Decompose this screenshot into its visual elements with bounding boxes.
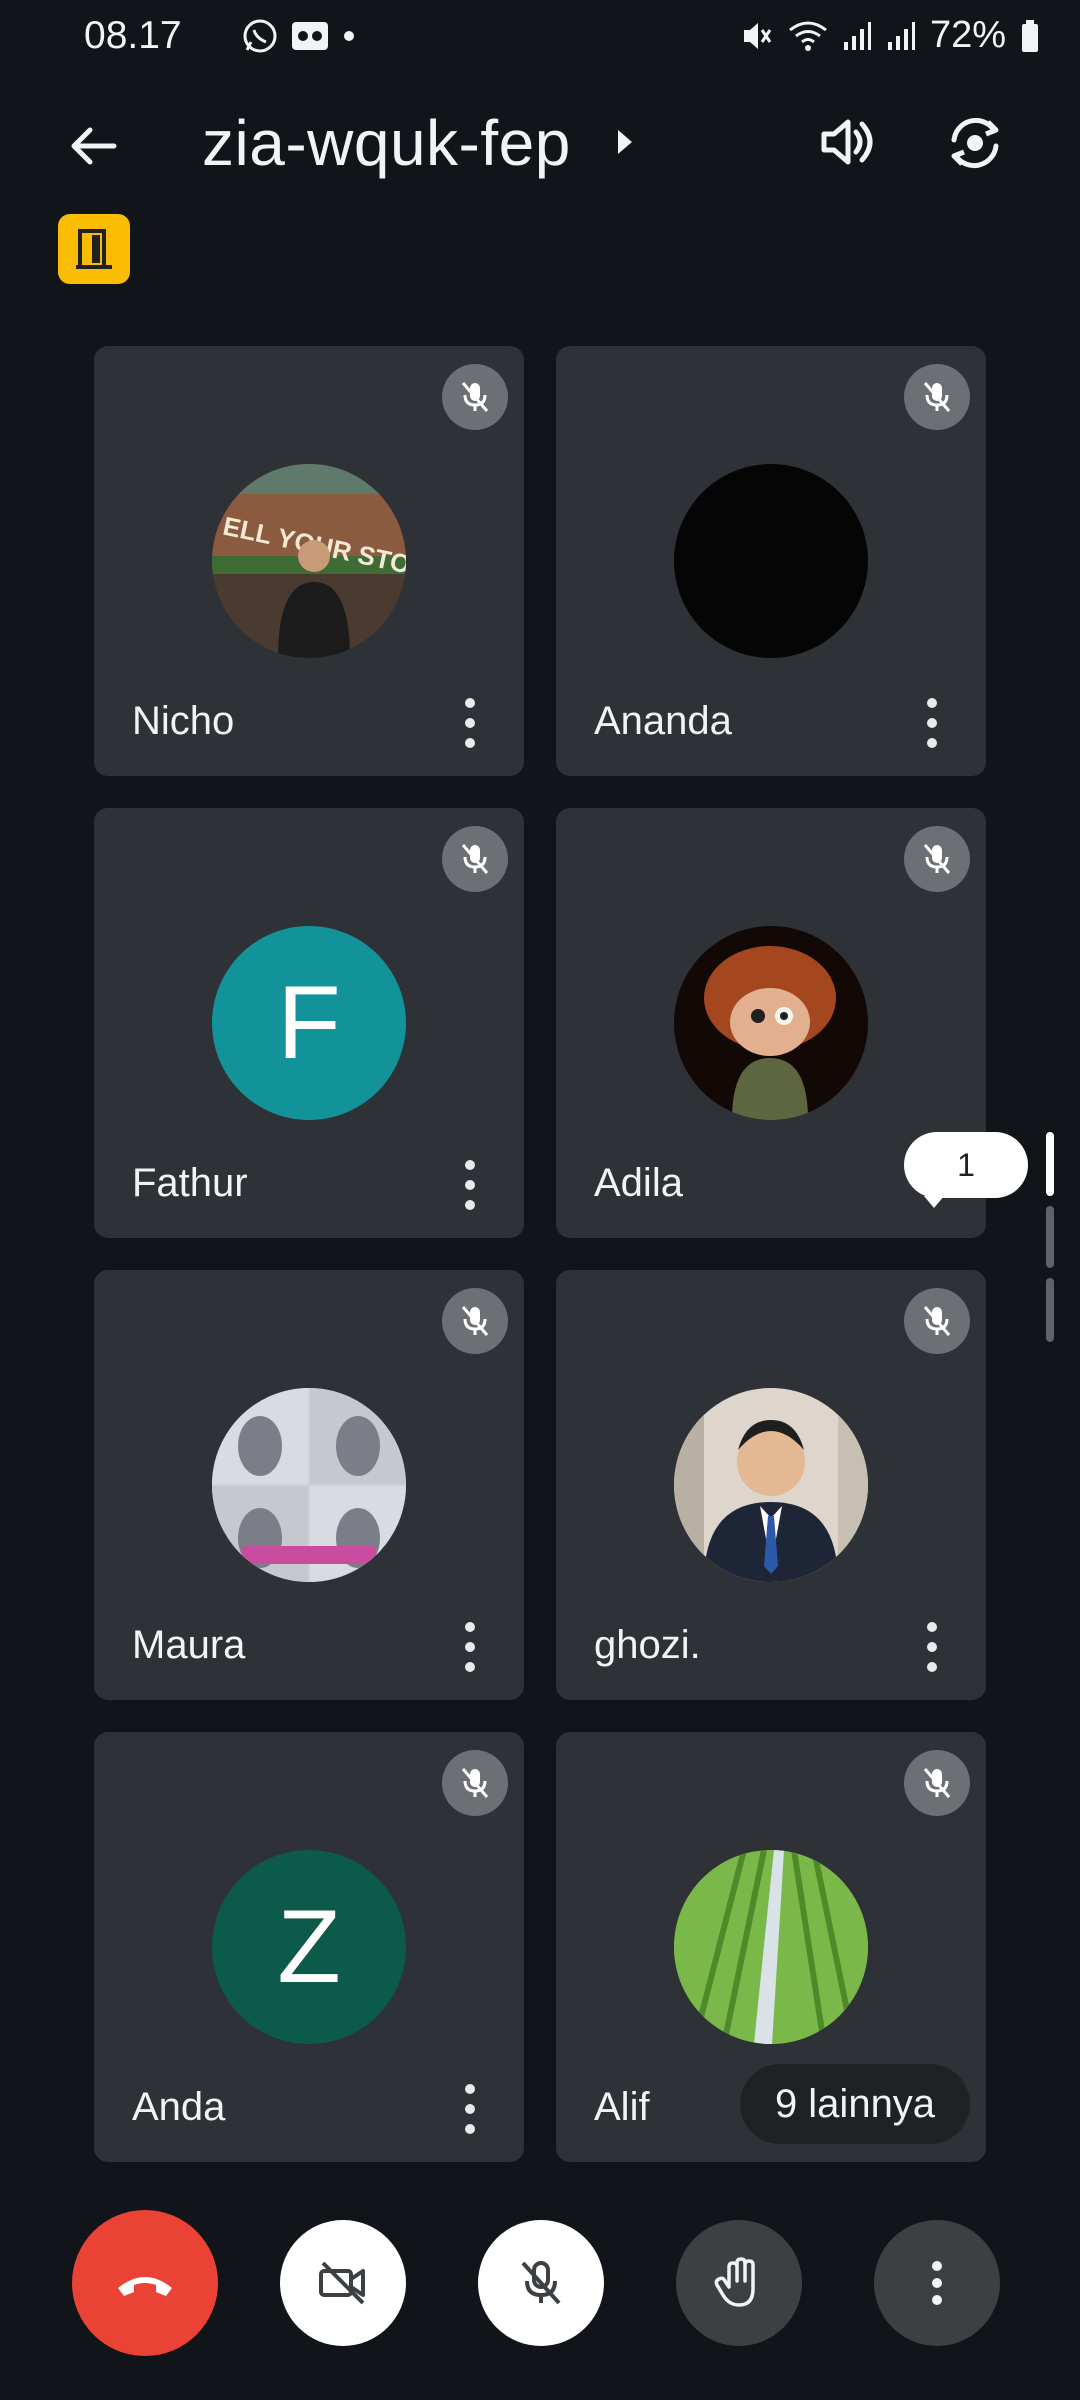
participant-name: Anda [132, 2085, 226, 2129]
switch-camera-icon [951, 118, 999, 168]
muted-badge [904, 1288, 970, 1354]
more-participants-button[interactable]: 9 lainnya [740, 2064, 970, 2144]
back-button[interactable] [62, 114, 126, 178]
battery-percent: 72% [929, 14, 1006, 56]
participant-tile[interactable]: Maura [94, 1270, 524, 1700]
participant-avatar [212, 1388, 406, 1582]
voicemail-icon [292, 22, 328, 50]
status-notification-icons [242, 18, 356, 54]
phone-hangup-icon [118, 2277, 172, 2296]
more-options-button[interactable] [874, 2220, 1000, 2346]
meeting-details-button[interactable] [610, 122, 640, 162]
participant-options-button[interactable] [460, 698, 480, 748]
participant-tile[interactable]: Ananda [556, 346, 986, 776]
mic-off-icon [461, 382, 489, 412]
participant-name: ghozi. [594, 1623, 701, 1667]
participant-tile[interactable]: Z Anda [94, 1732, 524, 2162]
page-indicator-active [1046, 1132, 1054, 1196]
back-arrow-icon [71, 127, 117, 165]
muted-badge [904, 826, 970, 892]
battery-icon [1022, 19, 1038, 52]
participant-avatar: F [212, 926, 406, 1120]
participant-tile[interactable]: ghozi. [556, 1270, 986, 1700]
mic-off-icon [521, 2261, 561, 2305]
mic-off-icon [923, 382, 951, 412]
profile-photo [212, 1388, 406, 1582]
muted-badge [442, 1288, 508, 1354]
audio-output-button[interactable] [816, 110, 880, 174]
status-bar: 08.17 72% [0, 0, 1080, 78]
signal-icon [843, 21, 871, 50]
mic-off-icon [923, 1768, 951, 1798]
participant-name: Maura [132, 1623, 246, 1667]
video-off-icon [319, 2261, 365, 2305]
hand-icon [714, 2257, 755, 2307]
profile-photo [674, 926, 868, 1120]
participant-avatar [674, 1850, 868, 2044]
participant-avatar [674, 464, 868, 658]
participant-avatar: ELL YOUR STORY [212, 464, 406, 658]
participant-options-button[interactable] [922, 698, 942, 748]
switch-camera-button[interactable] [940, 108, 1010, 178]
participant-name: Nicho [132, 699, 235, 743]
participant-name: Adila [594, 1161, 683, 1205]
participant-name: Alif [594, 2085, 650, 2129]
avatar-initial: Z [277, 1888, 341, 2005]
participant-options-button[interactable] [460, 2084, 480, 2134]
microphone-toggle-button[interactable] [478, 2220, 604, 2346]
page-indicator-segment [1046, 1206, 1054, 1268]
meeting-code-title[interactable]: zia-wquk-fep [202, 106, 571, 180]
participant-options-button[interactable] [460, 1622, 480, 1672]
more-vertical-icon [932, 2261, 942, 2305]
wifi-icon [789, 21, 827, 51]
participant-name: Ananda [594, 699, 732, 743]
status-time: 08.17 [84, 14, 182, 57]
page-number-bubble: 1 [904, 1132, 1028, 1208]
meeting-header: zia-wquk-fep [0, 88, 1080, 198]
mute-icon [743, 22, 772, 49]
status-system-icons: 72% [740, 14, 1040, 57]
signal-icon [887, 21, 915, 50]
participant-options-button[interactable] [922, 1622, 942, 1672]
end-call-button[interactable] [72, 2210, 218, 2356]
host-controls-button[interactable] [58, 214, 130, 284]
raise-hand-button[interactable] [676, 2220, 802, 2346]
participant-name: Fathur [132, 1161, 248, 1205]
call-controls [0, 2200, 1080, 2360]
mic-off-icon [923, 1306, 951, 1336]
muted-badge [904, 364, 970, 430]
page-indicator[interactable] [1046, 1132, 1054, 1352]
mic-off-icon [923, 844, 951, 874]
speaker-icon [821, 119, 873, 165]
door-icon [76, 229, 112, 269]
participant-avatar [674, 926, 868, 1120]
participant-avatar [674, 1388, 868, 1582]
page-indicator-segment [1046, 1278, 1054, 1342]
profile-photo [674, 1388, 868, 1582]
mic-off-icon [461, 844, 489, 874]
dot-icon [344, 31, 354, 41]
caret-right-icon [618, 130, 632, 154]
muted-badge [442, 1750, 508, 1816]
avatar-initial: F [277, 964, 341, 1081]
whatsapp-icon [243, 19, 277, 53]
camera-toggle-button[interactable] [280, 2220, 406, 2346]
profile-photo: ELL YOUR STORY [212, 464, 406, 658]
muted-badge [442, 364, 508, 430]
muted-badge [904, 1750, 970, 1816]
mic-off-icon [461, 1768, 489, 1798]
participant-tile[interactable]: ELL YOUR STORY Nicho [94, 346, 524, 776]
mic-off-icon [461, 1306, 489, 1336]
muted-badge [442, 826, 508, 892]
participant-tile[interactable]: F Fathur [94, 808, 524, 1238]
profile-photo [674, 1850, 868, 2044]
participant-avatar: Z [212, 1850, 406, 2044]
participant-options-button[interactable] [460, 1160, 480, 1210]
